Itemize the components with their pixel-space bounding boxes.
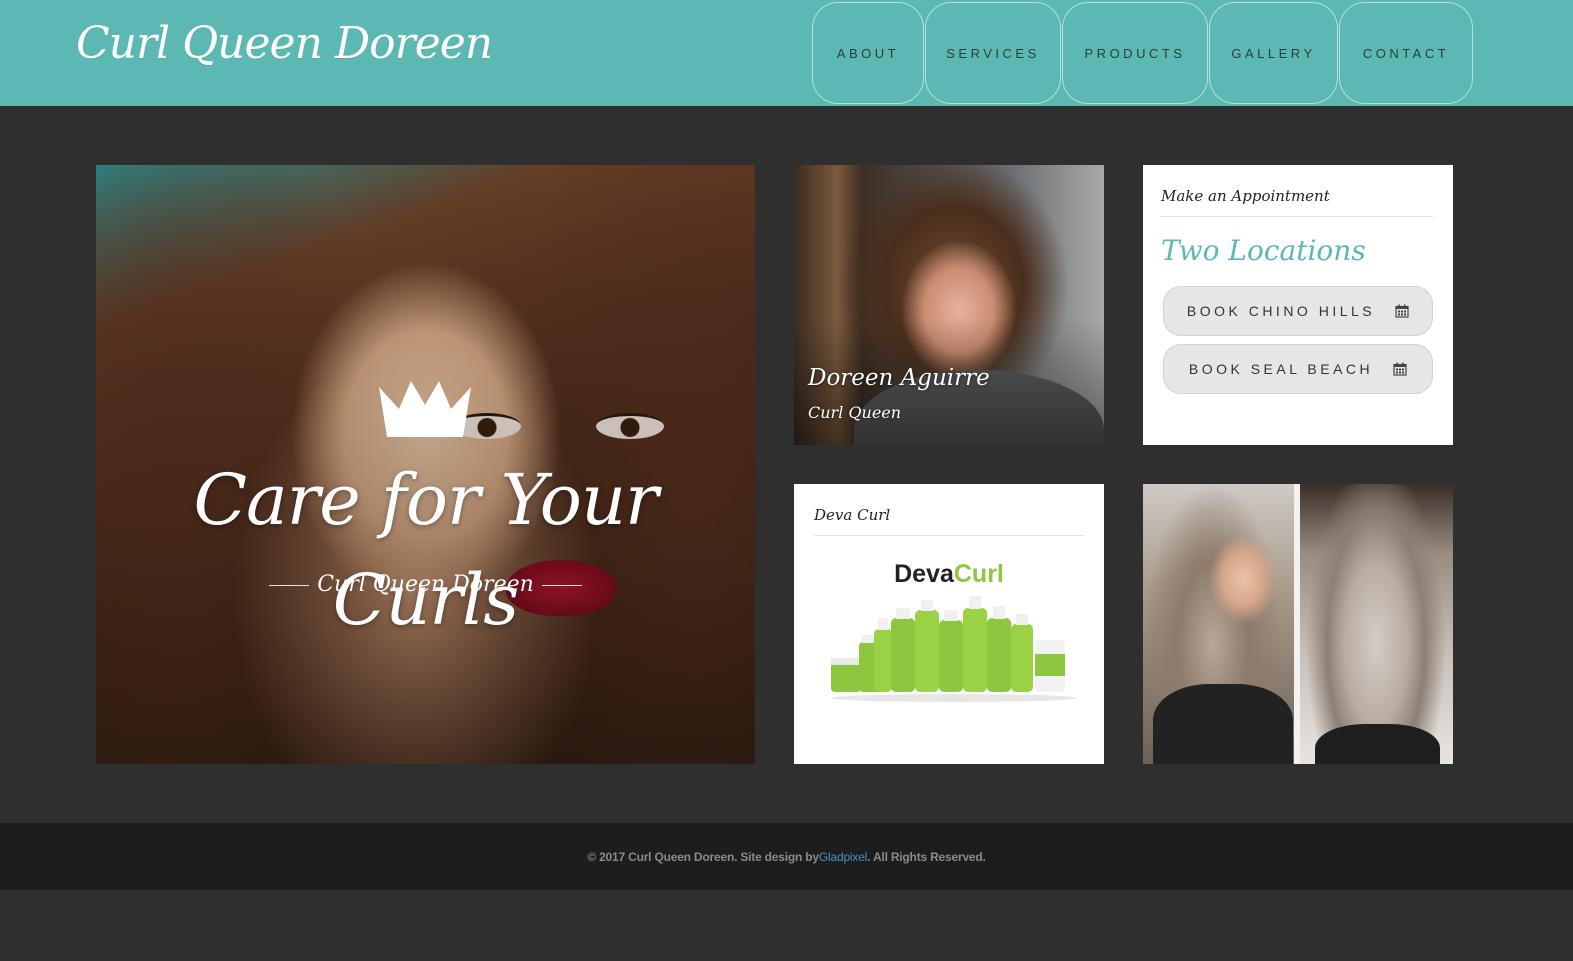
book-seal-beach-button[interactable]: BOOK SEAL BEACH [1163,344,1433,394]
hair-gallery-card[interactable] [1143,484,1453,764]
subtitle-rule-left [269,584,310,586]
nav-item-about[interactable]: ABOUT [812,2,924,104]
nav-item-services[interactable]: SERVICES [925,2,1061,104]
site-header: Curl Queen Doreen ABOUT SERVICES PRODUCT… [0,0,1573,106]
footer-designer-link[interactable]: Gladpixel [819,850,867,864]
book-seal-beach-label: BOOK SEAL BEACH [1188,361,1374,377]
hero-subtitle-text: Curl Queen Doreen [317,572,534,597]
product-lineup-image [831,596,1076,702]
product-card-title: Deva Curl [814,506,891,524]
profile-card[interactable]: Doreen Aguirre Curl Queen [794,165,1104,445]
site-footer: © 2017 Curl Queen Doreen. Site design by… [0,823,1573,890]
hero-banner: Care for Your Curls Curl Queen Doreen [96,165,755,764]
crown-icon [379,381,471,437]
book-chino-hills-label: BOOK CHINO HILLS [1186,303,1376,319]
appointment-title: Make an Appointment [1161,187,1330,205]
divider [1161,216,1433,217]
nav-item-products[interactable]: PRODUCTS [1062,2,1208,104]
calendar-icon [1393,362,1407,376]
product-card[interactable]: Deva Curl DevaCurl [794,484,1104,764]
locations-heading: Two Locations [1161,234,1366,267]
hero-subtitle: Curl Queen Doreen [96,570,755,600]
calendar-icon [1395,304,1409,318]
profile-role: Curl Queen [808,403,902,422]
balayage-photo-front [1143,484,1294,764]
footer-copyright: © 2017 Curl Queen Doreen. Site design by [587,849,819,864]
site-logo[interactable]: Curl Queen Doreen [76,14,493,74]
profile-name: Doreen Aguirre [808,365,990,391]
hero-title: Care for Your Curls [193,459,658,641]
appointment-card: Make an Appointment Two Locations BOOK C… [1143,165,1453,445]
devacurl-logo: DevaCurl [894,560,1004,588]
footer-rights: . All Rights Reserved. [867,849,986,864]
book-chino-hills-button[interactable]: BOOK CHINO HILLS [1163,286,1433,336]
divider [814,535,1084,536]
subtitle-rule-right [541,584,582,586]
balayage-photo-back [1300,484,1453,764]
nav-item-contact[interactable]: CONTACT [1339,2,1473,104]
nav-item-gallery[interactable]: GALLERY [1209,2,1338,104]
